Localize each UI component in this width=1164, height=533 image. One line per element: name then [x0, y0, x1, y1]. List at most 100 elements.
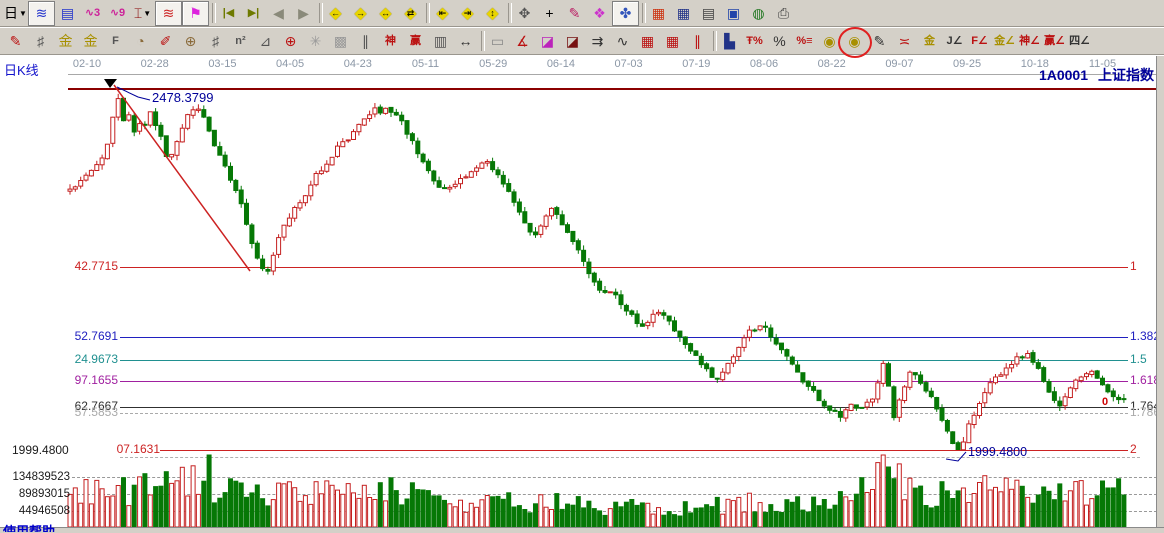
notebook-button[interactable]: ▤: [696, 2, 721, 25]
date-tick-label: 08-22: [810, 58, 854, 71]
cost-bars-button[interactable]: ▙: [717, 30, 742, 53]
n2-ruler-button[interactable]: n²: [228, 30, 253, 53]
magic-ruler-button[interactable]: 神: [378, 30, 403, 53]
win-ruler-icon: 赢: [410, 36, 421, 47]
palette-button[interactable]: ❖: [587, 2, 612, 25]
trend-pen-button[interactable]: ✐: [153, 30, 178, 53]
expand-vertical-button[interactable]: ◆↕: [480, 2, 505, 25]
f-angle-button[interactable]: F∠: [967, 30, 992, 53]
pan-hand-button[interactable]: ✥: [512, 2, 537, 25]
fib-level-left-label: 24.9673: [56, 353, 118, 366]
print-button[interactable]: ⎙: [771, 2, 796, 25]
flat-stats-button[interactable]: ≍: [892, 30, 917, 53]
grid-box-a-button[interactable]: ▦: [635, 30, 660, 53]
calendar-button[interactable]: ▦: [646, 2, 671, 25]
overlay-indicator-icon: ≋: [163, 6, 175, 20]
candle-style-button[interactable]: ⌶▼: [130, 2, 155, 25]
fan-box-b-button[interactable]: ◪: [560, 30, 585, 53]
magic-angle-button[interactable]: 神∠: [1017, 30, 1042, 53]
overlay-chart-button[interactable]: ≋: [28, 1, 55, 26]
width-measure-button[interactable]: ↔: [453, 30, 478, 53]
crosshair-button[interactable]: +: [537, 2, 562, 25]
gold-lines-button[interactable]: 金: [917, 30, 942, 53]
fan-box-a-icon: ◪: [541, 34, 554, 48]
speed-lines-button[interactable]: ⇉: [585, 30, 610, 53]
pen-tool-button[interactable]: ✎: [3, 30, 28, 53]
candle-style-icon: ⌶: [134, 6, 142, 20]
angle-ruler-icon: ⊿: [260, 34, 272, 48]
grid-box-b-button[interactable]: ▦: [660, 30, 685, 53]
gold-coin-b-button[interactable]: ◉: [842, 30, 867, 53]
gann-fan-button[interactable]: ∡: [510, 30, 535, 53]
volume-profile-button[interactable]: ⚑: [182, 1, 209, 26]
rect-box-icon: ▭: [491, 34, 504, 48]
gann-grid-button[interactable]: ▩: [328, 30, 353, 53]
four-angle-icon: 四∠: [1069, 36, 1090, 47]
wave-ruler-button[interactable]: ∿: [610, 30, 635, 53]
minute-line-9-button[interactable]: ∿9: [105, 2, 130, 25]
fan-box-a-button[interactable]: ◪: [535, 30, 560, 53]
circle-ruler-button[interactable]: ⊕: [178, 30, 203, 53]
overlay-chart-icon: ≋: [36, 6, 48, 20]
gold-lines-icon: 金: [924, 36, 935, 47]
compress-horizontal-button[interactable]: ◆⇄: [398, 2, 423, 25]
percent-button[interactable]: %: [767, 30, 792, 53]
low-axis-label: 1999.4800: [12, 443, 69, 457]
date-tick-label: 11-05: [1081, 58, 1125, 71]
parallel-lines-button[interactable]: ∥: [685, 30, 710, 53]
expand-horizontal-button[interactable]: ◆↔: [373, 2, 398, 25]
prev-screen-button[interactable]: ◀: [266, 2, 291, 25]
abacus-tool-button[interactable]: ▥: [428, 30, 453, 53]
gann-fan-icon: ∡: [516, 34, 529, 48]
fib-level-left-label: 42.7715: [56, 260, 118, 273]
toolbar-separator: [209, 2, 216, 24]
scroll-left-button[interactable]: ◆←: [323, 2, 348, 25]
draw-brain-button[interactable]: ✤: [612, 1, 639, 26]
percent-lines-button[interactable]: %≡: [792, 30, 817, 53]
net-sync-button[interactable]: ◍: [746, 2, 771, 25]
overlay-indicator-button[interactable]: ≋: [155, 1, 182, 26]
gold-coin-b-icon: ◉: [848, 34, 860, 48]
four-angle-button[interactable]: 四∠: [1067, 30, 1092, 53]
tick-ruler-button[interactable]: ♯: [28, 30, 53, 53]
win-angle-button[interactable]: 赢∠: [1042, 30, 1067, 53]
t-percent-button[interactable]: Ŧ%: [742, 30, 767, 53]
spiral-tool-button[interactable]: ◔: [128, 30, 153, 53]
calculator-button[interactable]: ▦: [671, 2, 696, 25]
pen-measure-button[interactable]: ✎: [867, 30, 892, 53]
cycle-lines-button[interactable]: ∥: [353, 30, 378, 53]
next-screen-button[interactable]: ▶: [291, 2, 316, 25]
rect-box-button[interactable]: ▭: [485, 30, 510, 53]
pan-left-fast-button[interactable]: ◆⇤: [430, 2, 455, 25]
gold-angle-button[interactable]: 金∠: [992, 30, 1017, 53]
win-ruler-button[interactable]: 赢: [403, 30, 428, 53]
minute-line-3-button[interactable]: ∿3: [80, 2, 105, 25]
angle-ruler-button[interactable]: ⊿: [253, 30, 278, 53]
pan-right-fast-button[interactable]: ◆⇥: [455, 2, 480, 25]
window-edge-right: [1156, 56, 1164, 532]
info-panel-button[interactable]: ▤: [55, 2, 80, 25]
period-day-button[interactable]: 日▼: [3, 2, 28, 25]
ray-star-button[interactable]: ✳: [303, 30, 328, 53]
cost-bars-icon: ▙: [724, 34, 735, 48]
window-edge-bottom: [0, 527, 1164, 533]
golden-section-b-button[interactable]: 金: [78, 30, 103, 53]
last-screen-button[interactable]: ▶|: [241, 2, 266, 25]
gann-target-button[interactable]: ⊕: [278, 30, 303, 53]
first-screen-button[interactable]: |◀: [216, 2, 241, 25]
golden-section-a-button[interactable]: 金: [53, 30, 78, 53]
save-icon: ▣: [727, 6, 740, 20]
scroll-right-button[interactable]: ◆→: [348, 2, 373, 25]
save-button[interactable]: ▣: [721, 2, 746, 25]
gold-coin-a-button[interactable]: ◉: [817, 30, 842, 53]
fib-ruler-button[interactable]: F: [103, 30, 128, 53]
golden-section-a-icon: 金: [59, 34, 73, 48]
f-angle-icon: F∠: [971, 36, 988, 47]
win-angle-icon: 赢∠: [1044, 36, 1065, 47]
next-screen-icon: ▶: [298, 6, 309, 20]
period-day-icon: 日: [4, 6, 18, 20]
mark-pin-button[interactable]: ✎: [562, 2, 587, 25]
plain-ruler-button[interactable]: ♯: [203, 30, 228, 53]
golden-section-b-icon: 金: [84, 34, 98, 48]
j-angle-button[interactable]: J∠: [942, 30, 967, 53]
